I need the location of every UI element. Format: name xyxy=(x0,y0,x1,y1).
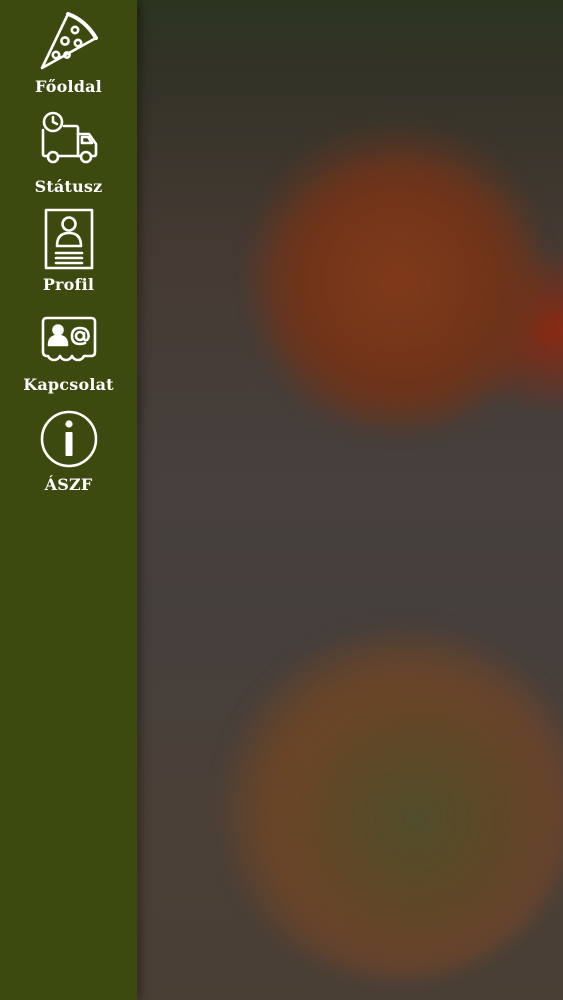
menu-label-terms: ÁSZF xyxy=(44,475,93,494)
background-pizza-bottom xyxy=(217,620,563,980)
menu-item-terms[interactable]: ÁSZF xyxy=(0,408,137,495)
background-pizza-top xyxy=(247,110,547,450)
menu-item-home[interactable]: Főoldal xyxy=(0,10,137,97)
pizza-slice-icon xyxy=(38,10,100,72)
contact-card-icon xyxy=(38,308,100,370)
profile-card-icon xyxy=(38,208,100,270)
menu-label-status: Státusz xyxy=(34,177,103,196)
menu-item-status[interactable]: Státusz xyxy=(0,110,137,197)
menu-label-home: Főoldal xyxy=(35,77,102,96)
menu-label-contact: Kapcsolat xyxy=(23,375,114,394)
menu-item-contact[interactable]: Kapcsolat xyxy=(0,308,137,395)
side-menu: Főoldal Státusz Profil Kapcsolat ÁSZF xyxy=(0,0,137,1000)
app-screen: Főoldal Státusz Profil Kapcsolat ÁSZF xyxy=(0,0,563,1000)
blurred-background-image xyxy=(137,0,563,1000)
delivery-truck-clock-icon xyxy=(38,110,100,172)
info-circle-icon xyxy=(38,408,100,470)
menu-label-profile: Profil xyxy=(42,275,95,294)
menu-item-profile[interactable]: Profil xyxy=(0,208,137,295)
